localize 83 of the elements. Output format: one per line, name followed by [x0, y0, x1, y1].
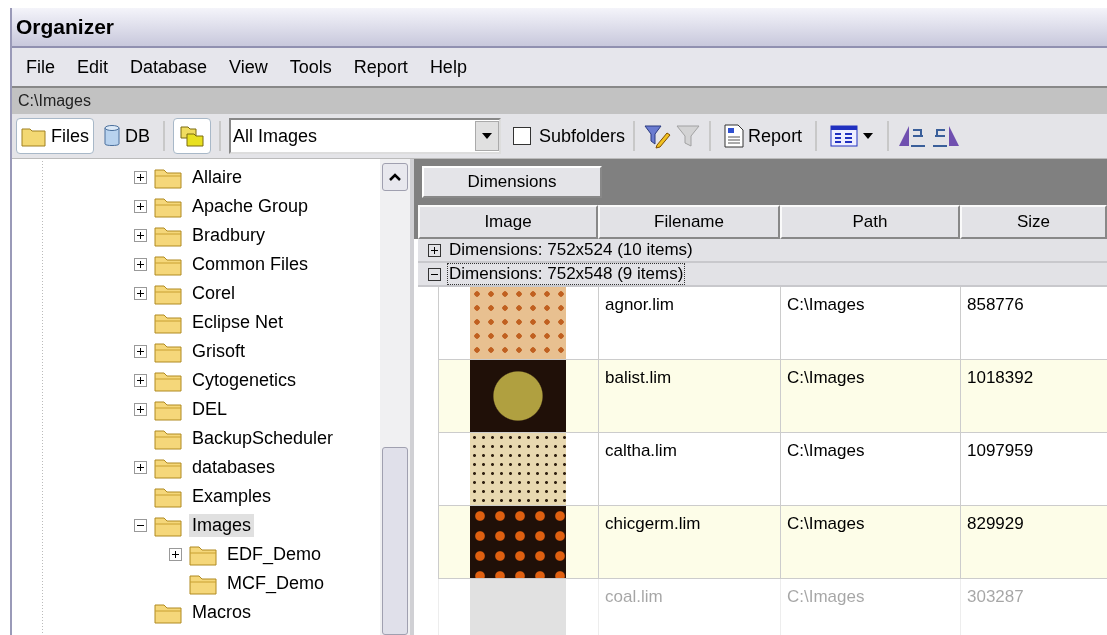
menu-item[interactable]: Database — [122, 54, 222, 80]
database-icon — [103, 124, 121, 148]
table-cell: C:\Images — [780, 433, 960, 505]
tree-item[interactable]: DEL — [189, 398, 230, 421]
dropdown-arrow-icon — [481, 132, 494, 140]
window-title: Organizer — [16, 15, 115, 39]
table-cell: C:\Images — [780, 287, 960, 359]
tree-item[interactable]: MCF_Demo — [224, 572, 327, 595]
column-header[interactable]: Path — [780, 205, 960, 239]
table-cell: agnor.lim — [598, 287, 780, 359]
expand-icon[interactable] — [134, 200, 147, 213]
tree-item[interactable]: Eclipse Net — [189, 311, 287, 334]
collapse-icon[interactable] — [134, 519, 147, 532]
expand-icon[interactable] — [169, 548, 182, 561]
report-button[interactable]: Report — [719, 118, 808, 154]
subfolders-checkbox[interactable] — [513, 127, 532, 145]
table-cell: C:\Images — [780, 506, 960, 578]
expand-icon[interactable] — [134, 258, 147, 271]
expand-icon[interactable] — [428, 243, 441, 257]
menu-item[interactable]: Report — [345, 54, 422, 80]
expand-icon[interactable] — [134, 171, 147, 184]
scroll-up-button[interactable] — [382, 163, 408, 191]
collapse-icon[interactable] — [428, 267, 441, 281]
table-cell: 303287 — [960, 579, 1107, 635]
table-cell: 1018392 — [960, 360, 1107, 432]
menu-item[interactable]: File — [18, 54, 69, 80]
rotate-right-icon[interactable] — [931, 124, 962, 148]
menu-item[interactable]: Edit — [69, 54, 123, 80]
folders-icon — [180, 125, 205, 147]
tree-item[interactable]: Apache Group — [189, 195, 312, 218]
filter-dropdown[interactable]: All Images — [229, 118, 502, 154]
tree-item[interactable]: Common Files — [189, 253, 312, 276]
expand-icon[interactable] — [134, 345, 147, 358]
scrollbar-thumb[interactable] — [382, 447, 408, 635]
files-button[interactable]: Files — [16, 118, 94, 154]
table-cell: 1097959 — [960, 433, 1107, 505]
menu-item[interactable]: Help — [421, 54, 481, 80]
expand-icon[interactable] — [134, 287, 147, 300]
caret-up-icon — [388, 172, 402, 182]
expand-icon[interactable] — [134, 374, 147, 387]
folder-icon — [21, 125, 47, 147]
tree-item[interactable]: Allaire — [189, 166, 246, 189]
column-header[interactable]: Filename — [598, 205, 780, 239]
expand-icon[interactable] — [134, 229, 147, 242]
group-row[interactable]: Dimensions: 752x548 (9 items) — [418, 263, 1107, 287]
tree-item[interactable]: Images — [189, 514, 255, 537]
menu-item[interactable]: Tools — [281, 54, 346, 80]
table-cell: caltha.lim — [598, 433, 780, 505]
table-cell: coal.lim — [598, 579, 780, 635]
column-header[interactable]: Image — [418, 205, 598, 239]
folders-toggle-button[interactable] — [173, 118, 212, 154]
tree-item[interactable]: Cytogenetics — [189, 369, 300, 392]
edit-filter-icon[interactable] — [643, 123, 672, 149]
expand-icon[interactable] — [134, 403, 147, 416]
tree-item[interactable]: Bradbury — [189, 224, 269, 247]
table-cell: C:\Images — [780, 579, 960, 635]
path-text: C:\Images — [18, 92, 91, 110]
menu-item[interactable]: View — [221, 54, 282, 80]
report-icon — [724, 124, 745, 148]
tree-item[interactable]: Grisoft — [189, 340, 248, 363]
group-label: Dimensions: 752x548 (9 items) — [447, 263, 686, 285]
subfolders-label: Subfolders — [539, 125, 626, 147]
tree-item[interactable]: EDF_Demo — [224, 543, 325, 566]
table-cell: balist.lim — [598, 360, 780, 432]
group-label: Dimensions: 752x524 (10 items) — [448, 239, 694, 261]
column-header[interactable]: Size — [960, 205, 1107, 239]
tree-item[interactable]: databases — [189, 456, 279, 479]
group-row[interactable]: Dimensions: 752x524 (10 items) — [418, 239, 1107, 263]
table-cell: 858776 — [960, 287, 1107, 359]
table-cell: chicgerm.lim — [598, 506, 780, 578]
group-by-button[interactable]: Dimensions — [422, 166, 602, 198]
table-cell: C:\Images — [780, 360, 960, 432]
tree-item[interactable]: Macros — [189, 601, 254, 624]
grid-view-icon — [830, 125, 859, 147]
rotate-left-icon[interactable] — [897, 124, 928, 148]
scrollbar[interactable] — [380, 159, 410, 635]
table-cell: 829929 — [960, 506, 1107, 578]
expand-icon[interactable] — [134, 461, 147, 474]
tree-item[interactable]: Corel — [189, 282, 238, 305]
db-button[interactable]: DB — [98, 118, 156, 154]
caret-icon — [862, 132, 875, 140]
tree-item[interactable]: BackupScheduler — [189, 427, 337, 450]
tree-item[interactable]: Examples — [189, 485, 275, 508]
